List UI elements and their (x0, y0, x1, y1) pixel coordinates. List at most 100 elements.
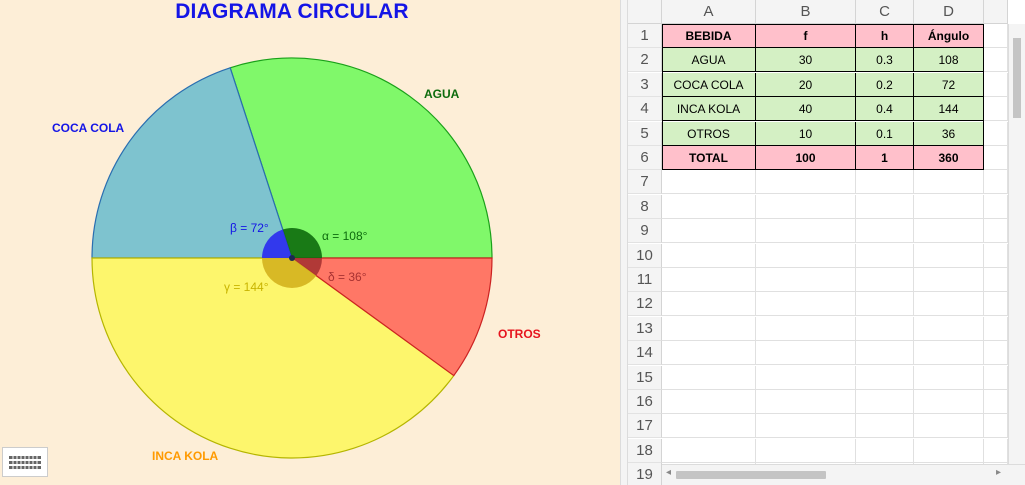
cell-a18[interactable] (662, 438, 756, 463)
cell-d5[interactable]: 36 (914, 121, 984, 146)
cell-b9[interactable] (756, 219, 856, 244)
scroll-left-icon[interactable]: ◂ (666, 467, 671, 478)
cell-b11[interactable] (756, 268, 856, 292)
cell-a1[interactable]: BEBIDA (662, 24, 756, 48)
vertical-scroll-thumb[interactable] (1013, 38, 1021, 118)
cell-e1[interactable] (984, 24, 1008, 48)
row-header-18[interactable]: 18 (628, 438, 662, 463)
cell-e7[interactable] (984, 170, 1008, 195)
vertical-scrollbar[interactable] (1008, 24, 1025, 464)
row-header-12[interactable]: 12 (628, 292, 662, 317)
row-header-2[interactable]: 2 (628, 48, 662, 73)
cell-c2[interactable]: 0.3 (856, 48, 914, 73)
cell-d10[interactable] (914, 243, 984, 268)
cell-c5[interactable]: 0.1 (856, 121, 914, 146)
row-header-8[interactable]: 8 (628, 194, 662, 219)
view-divider[interactable] (620, 0, 628, 485)
center-point[interactable] (289, 255, 295, 261)
cell-e5[interactable] (984, 121, 1008, 146)
column-header-a[interactable]: A (662, 0, 756, 24)
cell-d13[interactable] (914, 316, 984, 341)
cell-e17[interactable] (984, 414, 1008, 439)
row-header-11[interactable]: 11 (628, 268, 662, 292)
cell-c6[interactable]: 1 (856, 146, 914, 170)
cell-e2[interactable] (984, 48, 1008, 73)
cell-a5[interactable]: OTROS (662, 121, 756, 146)
horizontal-scroll-thumb[interactable] (676, 471, 826, 479)
cell-c7[interactable] (856, 170, 914, 195)
cell-e9[interactable] (984, 219, 1008, 244)
cell-c15[interactable] (856, 365, 914, 390)
cell-b12[interactable] (756, 292, 856, 317)
cell-e13[interactable] (984, 316, 1008, 341)
keyboard-button[interactable] (2, 447, 48, 477)
cell-d7[interactable] (914, 170, 984, 195)
cell-c1[interactable]: h (856, 24, 914, 48)
column-header-empty[interactable] (984, 0, 1008, 24)
cell-b15[interactable] (756, 365, 856, 390)
cell-d6[interactable]: 360 (914, 146, 984, 170)
cell-e16[interactable] (984, 390, 1008, 414)
cell-c11[interactable] (856, 268, 914, 292)
cell-d12[interactable] (914, 292, 984, 317)
cell-a17[interactable] (662, 414, 756, 439)
row-header-1[interactable]: 1 (628, 24, 662, 48)
cell-a10[interactable] (662, 243, 756, 268)
cell-a3[interactable]: COCA COLA (662, 72, 756, 97)
cell-d18[interactable] (914, 438, 984, 463)
cell-e18[interactable] (984, 438, 1008, 463)
cell-b2[interactable]: 30 (756, 48, 856, 73)
cell-a9[interactable] (662, 219, 756, 244)
cell-d16[interactable] (914, 390, 984, 414)
sheet-corner[interactable] (628, 0, 662, 24)
row-header-14[interactable]: 14 (628, 341, 662, 366)
cell-a16[interactable] (662, 390, 756, 414)
cell-b3[interactable]: 20 (756, 72, 856, 97)
cell-d8[interactable] (914, 194, 984, 219)
cell-b10[interactable] (756, 243, 856, 268)
cell-a12[interactable] (662, 292, 756, 317)
cell-b6[interactable]: 100 (756, 146, 856, 170)
row-header-9[interactable]: 9 (628, 219, 662, 244)
column-header-d[interactable]: D (914, 0, 984, 24)
cell-e11[interactable] (984, 268, 1008, 292)
row-header-5[interactable]: 5 (628, 121, 662, 146)
cell-e8[interactable] (984, 194, 1008, 219)
cell-c10[interactable] (856, 243, 914, 268)
cell-b4[interactable]: 40 (756, 97, 856, 122)
cell-e15[interactable] (984, 365, 1008, 390)
graphics-view[interactable]: DIAGRAMA CIRCULAR AGUA COCA COLA INCA KOLA… (0, 0, 620, 485)
cell-b14[interactable] (756, 341, 856, 366)
cell-b17[interactable] (756, 414, 856, 439)
cell-d1[interactable]: Ángulo (914, 24, 984, 48)
row-header-16[interactable]: 16 (628, 390, 662, 414)
horizontal-scrollbar[interactable]: ◂ ▸ (662, 464, 1025, 485)
cell-a15[interactable] (662, 365, 756, 390)
row-header-13[interactable]: 13 (628, 316, 662, 341)
row-header-4[interactable]: 4 (628, 97, 662, 122)
cell-d2[interactable]: 108 (914, 48, 984, 73)
cell-c17[interactable] (856, 414, 914, 439)
row-header-19[interactable]: 19 (628, 463, 662, 485)
cell-d4[interactable]: 144 (914, 97, 984, 122)
cell-c16[interactable] (856, 390, 914, 414)
row-header-17[interactable]: 17 (628, 414, 662, 439)
cell-c4[interactable]: 0.4 (856, 97, 914, 122)
cell-b8[interactable] (756, 194, 856, 219)
row-header-10[interactable]: 10 (628, 243, 662, 268)
cell-c18[interactable] (856, 438, 914, 463)
cell-d15[interactable] (914, 365, 984, 390)
cell-a11[interactable] (662, 268, 756, 292)
cell-b1[interactable]: f (756, 24, 856, 48)
cell-d17[interactable] (914, 414, 984, 439)
cell-e10[interactable] (984, 243, 1008, 268)
cell-b5[interactable]: 10 (756, 121, 856, 146)
cell-b16[interactable] (756, 390, 856, 414)
cell-a7[interactable] (662, 170, 756, 195)
cell-a14[interactable] (662, 341, 756, 366)
cell-b13[interactable] (756, 316, 856, 341)
cell-a8[interactable] (662, 194, 756, 219)
cell-e6[interactable] (984, 146, 1008, 170)
row-header-6[interactable]: 6 (628, 146, 662, 170)
cell-c9[interactable] (856, 219, 914, 244)
